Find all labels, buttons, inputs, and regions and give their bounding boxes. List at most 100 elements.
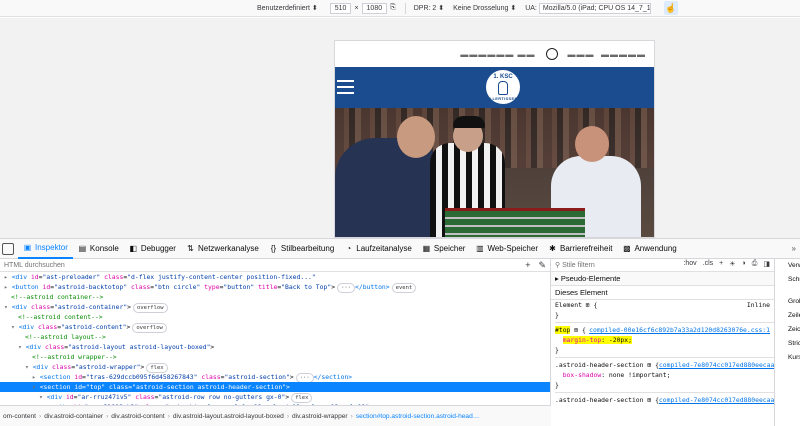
hov-toggle[interactable]: :hov [683,260,696,268]
site-topbar: ▬▬▬▬▬▬ ▬▬ ▬▬▬ ▬▬▬▬▬ [335,41,654,67]
ua-input[interactable]: Mozilla/5.0 (iPad; CPU OS 14_7_1 like Ma… [538,2,651,14]
markup-node[interactable]: ▾ <div class="astroid-container"> overflo… [0,302,550,313]
tab-barrierefreiheit[interactable]: ✱ Barrierefreiheit [543,239,617,259]
tab-label: Inspektor [35,243,68,252]
tab-icon: ▥ [476,244,484,253]
height-input[interactable]: 1080 [361,2,388,14]
device-selector[interactable]: Benutzerdefiniert ⬍ [257,4,318,13]
markup-node[interactable]: ▸ <button id="astroid-backtotop" class="… [0,282,550,293]
breadcrumb-item[interactable]: div.astroid-wrapper [289,413,351,420]
rule3-selector[interactable]: .astroid-header-section [555,396,644,404]
this-element-label: Dieses Element [555,288,608,297]
rule1-source-link[interactable]: compiled-00e16cf6c892b7a33a2d120d8263076… [589,325,770,335]
tab-speicher[interactable]: ▦ Speicher [417,239,471,259]
side-item[interactable]: Stric [775,337,800,351]
print-icon[interactable]: ⎙ [752,260,758,268]
tab-web-speicher[interactable]: ▥ Web-Speicher [470,239,543,259]
breadcrumb-item[interactable]: div.astroid-layout.astroid-layout-boxed [170,413,287,420]
rule1-head: #top ⊞ { compiled-00e16cf6c892b7a33a2d12… [555,325,770,335]
breadcrumb-item[interactable]: div.astroid-content [108,413,167,420]
rules-pane: ⚲ Stile filtern :hov .cls + ☀ ◑ ⎙ ◨ ▸ Ps… [551,259,775,426]
width-input[interactable]: 510 [329,2,352,14]
tab-laufzeitanalyse[interactable]: ◔ Laufzeitanalyse [339,239,417,259]
add-node-icon[interactable]: + [525,260,530,271]
rule2-declaration[interactable]: box-shadow: none !important; [555,370,774,380]
device-label: Benutzerdefiniert [257,4,310,12]
rule3-source-link[interactable]: compiled-7e8074cc017ed880eecaace4dec0127… [659,395,774,405]
markup-node[interactable]: ▸ <section id="tras-629dccb095f6d4582678… [0,372,550,383]
rotate-icon[interactable]: ⎘ [390,4,396,12]
social-link-blur: ▬▬▬ ▬▬▬▬▬ [567,49,646,59]
pseudo-elements-label: Pseudo-Elemente [560,274,621,283]
element-picker-icon[interactable] [2,242,14,255]
hamburger-menu-icon[interactable] [337,80,354,94]
viewport-size: 510 × 1080 ⎘ [327,2,396,14]
markup-node[interactable]: ▾ <div class="astroid-wrapper"> flex [0,362,550,373]
throttle-selector[interactable]: Keine Drosselung ⬍ [453,4,517,13]
logo-subtext: ILLERTISSEN [488,95,518,101]
markup-node[interactable]: <!--astroid layout--> [0,332,550,342]
dark-mode-icon[interactable]: ◑ [742,260,746,268]
markup-search[interactable]: HTML durchsuchen + ✎ [0,259,550,272]
rules-filter-input[interactable]: Stile filtern [562,262,595,269]
rule2-source-link[interactable]: compiled-7e8074cc017ed880eecaace4dec0127… [659,360,774,370]
markup-node[interactable]: ▾ <div class="astroid-content"> overflow [0,322,550,333]
side-item[interactable]: Zeile [775,309,800,323]
markup-pane: HTML durchsuchen + ✎ ▸ <div id="ast-prel… [0,259,551,405]
dropdown-arrow-icon: ⬍ [510,5,517,12]
tab-debugger[interactable]: ◧ Debugger [124,239,181,259]
markup-node[interactable]: ▸ <div id="ast-preloader" class="d-flex … [0,272,550,282]
rule1-selector[interactable]: #top [555,326,571,334]
rule1-property[interactable]: margin-top [563,336,601,344]
side-item[interactable]: Schr [775,273,800,287]
markup-node-selected[interactable]: ▾ <section id="top" class="astroid-secti… [0,382,550,392]
light-mode-icon[interactable]: ☀ [729,260,735,268]
markup-node[interactable]: <!--astroid wrapper--> [0,352,550,362]
side-item[interactable]: Zeic [775,323,800,337]
rule-grid-icon: ⊞ [647,361,652,369]
side-item[interactable]: Kurs [775,351,800,365]
markup-node[interactable]: <!--astroid container--> [0,292,550,302]
touch-simulation-icon[interactable]: ☝ [663,1,678,15]
filter-icon: ⚲ [555,262,563,269]
rule-close-brace: } [555,311,559,319]
devtools-tabs: ▣ Inspektor ▤ Konsole ◧ Debugger ⇅ Netzwerkanal… [18,239,682,259]
tab-label: Anwendung [634,244,677,253]
tab-stilbearbeitung[interactable]: {} Stilbearbeitung [264,239,339,259]
sidebar-toggle-icon[interactable]: ◨ [763,260,770,268]
cls-toggle[interactable]: .cls [703,260,714,268]
overflow-icon[interactable]: » [792,244,796,253]
rule1-value[interactable]: -20px [609,336,628,344]
tab-icon: ✱ [549,244,556,253]
tab-icon: ⇅ [187,244,194,253]
tab-label: Barrierefreiheit [559,244,613,253]
rule2-property[interactable]: box-shadow [563,371,601,379]
rule2-selector[interactable]: .astroid-header-section [555,361,644,369]
add-rule-icon[interactable]: + [719,260,723,268]
instagram-icon[interactable] [545,48,558,60]
tab-konsole[interactable]: ▤ Konsole [73,239,124,259]
rule2-value[interactable]: none !important [609,371,667,379]
breadcrumb-item[interactable]: div.astroid-container [41,413,106,420]
tab-netzwerkanalyse[interactable]: ⇅ Netzwerkanalyse [181,239,264,259]
markup-node[interactable]: <!--astroid content--> [0,312,550,322]
tab-icon: ▤ [78,244,87,253]
hero-image-foosball [335,108,654,237]
side-item[interactable]: Grol [775,295,800,309]
markup-node[interactable]: ▾ <div class="astroid-layout astroid-lay… [0,342,550,352]
club-logo[interactable]: 1. KSC ILLERTISSEN [484,68,522,106]
rule1-declaration[interactable]: margin-top: -20px; [555,335,774,345]
device-frame: ▬▬▬▬▬▬ ▬▬ ▬▬▬ ▬▬▬▬▬ 1. KSC ILLERTISSEN [334,40,655,238]
viewport-area: ▬▬▬▬▬▬ ▬▬ ▬▬▬ ▬▬▬▬▬ 1. KSC ILLERTISSEN [0,18,800,238]
tab-anwendung[interactable]: ▩ Anwendung [617,239,681,259]
side-pane: VerwSchr GrolZeileZeicStricKurs [775,259,800,426]
dpr-selector[interactable]: DPR: 2 ⬍ [414,4,444,13]
breadcrumb-item[interactable]: om-content [0,413,39,420]
side-item[interactable]: Verw [775,259,800,273]
tab-icon: {} [270,244,277,253]
eyedropper-icon[interactable]: ✎ [538,260,546,271]
breadcrumb-item[interactable]: section#top.astroid-section.astroid-head… [353,413,483,420]
markup-node[interactable]: ▾ <div id="ar-rruz47iv5" class="astroid-… [0,392,550,403]
pseudo-elements-toggle[interactable]: ▸ Pseudo-Elemente [551,272,774,286]
tab-inspektor[interactable]: ▣ Inspektor [18,239,73,259]
